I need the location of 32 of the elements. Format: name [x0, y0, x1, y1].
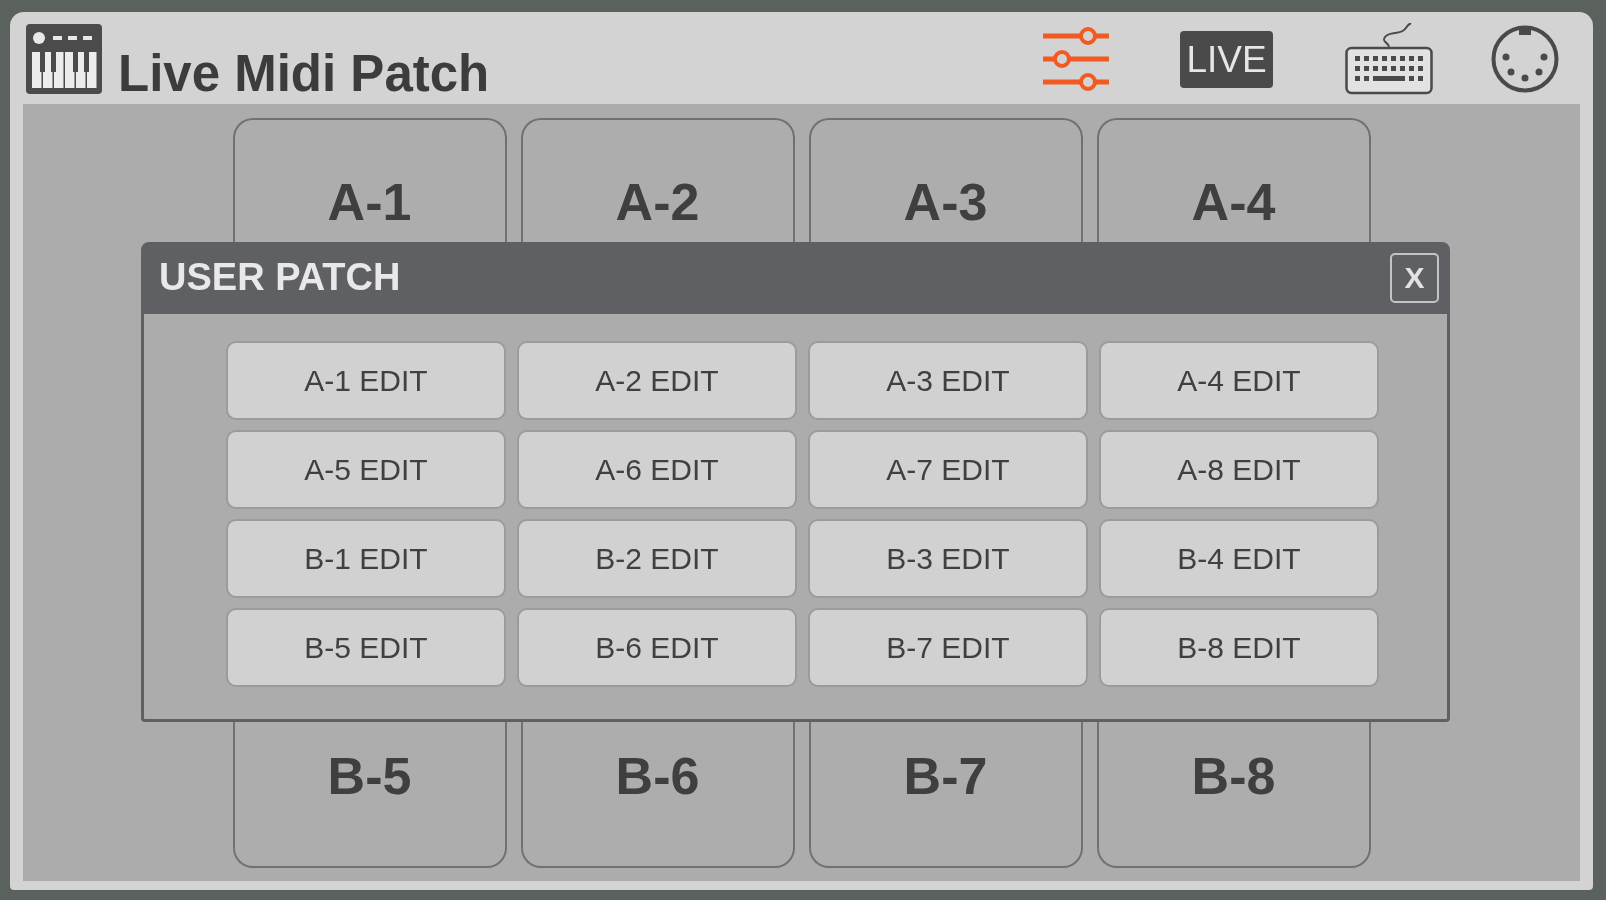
edit-button[interactable]: B-5 EDIT — [226, 608, 506, 687]
pad-button[interactable]: B-8 — [1096, 722, 1371, 868]
keyboard-icon[interactable] — [1345, 23, 1433, 95]
pad-button[interactable]: B-5 — [232, 722, 507, 868]
live-button[interactable]: LIVE — [1180, 30, 1273, 88]
close-button[interactable]: X — [1390, 252, 1439, 303]
edit-button[interactable]: A-5 EDIT — [226, 430, 506, 509]
pad-button[interactable]: A-4 — [1096, 118, 1371, 242]
dialog-title: USER PATCH — [159, 256, 401, 299]
app-title: Live Midi Patch — [118, 48, 490, 99]
edit-button[interactable]: B-6 EDIT — [517, 608, 797, 687]
edit-button[interactable]: B-7 EDIT — [808, 608, 1088, 687]
edit-button[interactable]: B-2 EDIT — [517, 519, 797, 598]
edit-button[interactable]: A-8 EDIT — [1099, 430, 1379, 509]
sliders-icon[interactable] — [1043, 27, 1109, 91]
edit-button[interactable]: A-4 EDIT — [1099, 341, 1379, 420]
pad-button[interactable]: A-2 — [520, 118, 795, 242]
edit-button[interactable]: B-4 EDIT — [1099, 519, 1379, 598]
edit-button[interactable]: A-7 EDIT — [808, 430, 1088, 509]
midi-port-icon[interactable] — [1491, 25, 1559, 93]
edit-button[interactable]: A-6 EDIT — [517, 430, 797, 509]
edit-button[interactable]: B-1 EDIT — [226, 519, 506, 598]
edit-button[interactable]: A-1 EDIT — [226, 341, 506, 420]
pad-button[interactable]: A-3 — [808, 118, 1083, 242]
piano-keyboard-icon — [26, 24, 102, 94]
edit-button[interactable]: B-3 EDIT — [808, 519, 1088, 598]
edit-button[interactable]: B-8 EDIT — [1099, 608, 1379, 687]
pad-button[interactable]: B-6 — [520, 722, 795, 868]
edit-button[interactable]: A-3 EDIT — [808, 341, 1088, 420]
edit-button[interactable]: A-2 EDIT — [517, 341, 797, 420]
pad-button[interactable]: A-1 — [232, 118, 507, 242]
pad-button[interactable]: B-7 — [808, 722, 1083, 868]
